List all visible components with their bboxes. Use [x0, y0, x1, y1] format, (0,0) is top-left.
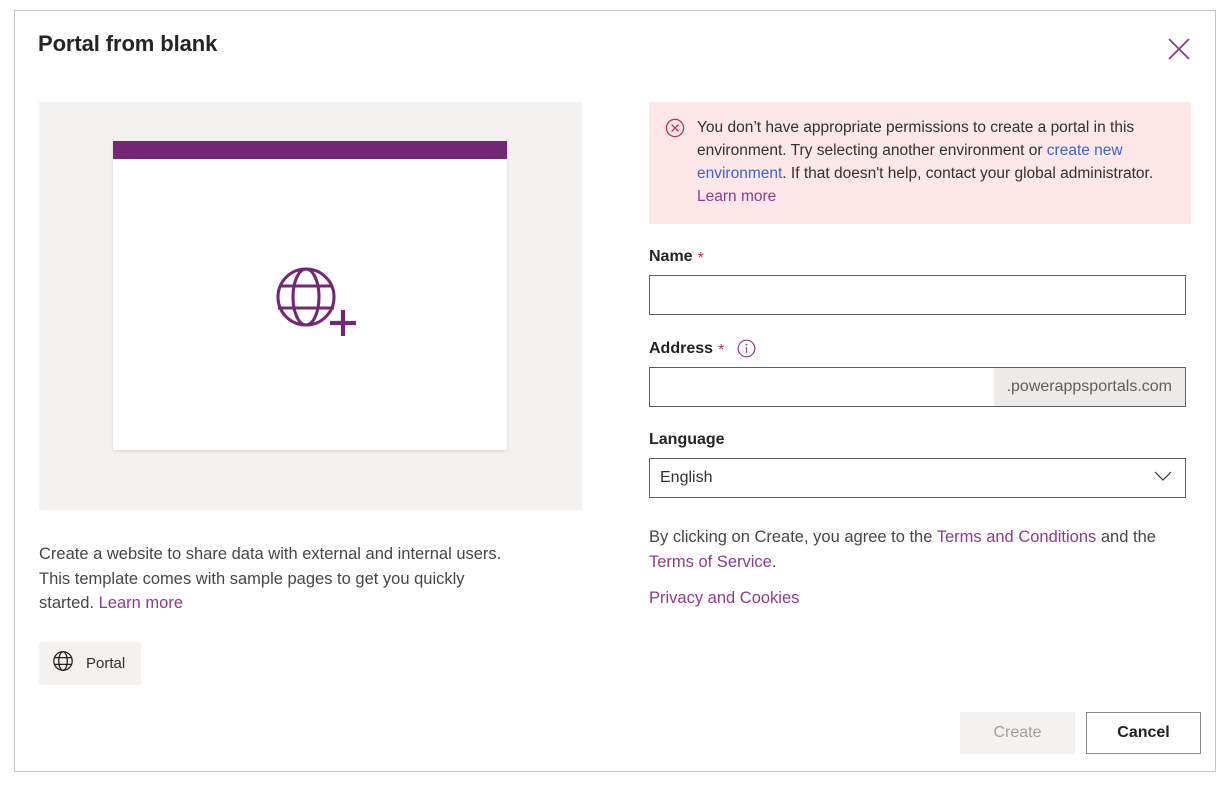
preview-card-body	[113, 159, 507, 450]
legal-text-middle: and the	[1096, 528, 1156, 546]
language-select-wrap: English	[649, 458, 1186, 498]
error-learn-more-link[interactable]: Learn more	[697, 188, 776, 205]
name-field-block: Name *	[649, 248, 1191, 315]
address-label-row: Address *	[649, 339, 1191, 358]
language-select[interactable]: English	[649, 458, 1186, 498]
template-tag-label: Portal	[86, 654, 126, 672]
template-learn-more-link[interactable]: Learn more	[99, 594, 183, 612]
cancel-button[interactable]: Cancel	[1086, 712, 1201, 754]
template-tag-portal: Portal	[39, 641, 142, 685]
error-text-part2: . If that doesn't help, contact your glo…	[782, 165, 1154, 182]
template-preview-column: Create a website to share data with exte…	[39, 102, 584, 685]
language-label-row: Language	[649, 431, 1191, 449]
close-button[interactable]	[1157, 27, 1201, 71]
address-required-marker: *	[718, 341, 725, 359]
name-input[interactable]	[649, 275, 1186, 315]
preview-top-bar	[113, 141, 507, 159]
globe-add-icon	[268, 261, 364, 348]
globe-icon	[52, 650, 74, 677]
address-suffix-label: .powerappsportals.com	[993, 368, 1185, 406]
name-required-marker: *	[697, 250, 704, 267]
permission-error-text: You don’t have appropriate permissions t…	[697, 116, 1175, 208]
address-input-group: .powerappsportals.com	[649, 367, 1186, 407]
privacy-line: Privacy and Cookies	[649, 589, 1191, 608]
name-label-row: Name *	[649, 248, 1191, 267]
form-column: You don’t have appropriate permissions t…	[649, 102, 1191, 608]
terms-of-service-link[interactable]: Terms of Service	[649, 553, 772, 571]
language-field-block: Language English	[649, 431, 1191, 498]
language-label: Language	[649, 431, 725, 448]
privacy-and-cookies-link[interactable]: Privacy and Cookies	[649, 589, 799, 607]
legal-text-prefix: By clicking on Create, you agree to the	[649, 528, 937, 546]
name-label: Name	[649, 248, 693, 265]
template-preview-card	[113, 141, 507, 450]
address-field-block: Address * .powerappsportals.com	[649, 339, 1191, 407]
page-title: Portal from blank	[38, 31, 218, 56]
create-button[interactable]: Create	[960, 712, 1075, 754]
info-icon[interactable]	[737, 339, 756, 358]
dialog-footer: Create Cancel	[960, 712, 1201, 754]
legal-text-suffix: .	[771, 553, 777, 571]
legal-agreement-text: By clicking on Create, you agree to the …	[649, 525, 1174, 575]
terms-and-conditions-link[interactable]: Terms and Conditions	[937, 528, 1097, 546]
template-preview-frame	[39, 102, 582, 510]
language-selected-value: English	[660, 469, 713, 486]
error-circle-icon	[665, 118, 685, 208]
portal-from-blank-dialog: Portal from blank Create a website to sh…	[14, 10, 1216, 772]
permission-error-banner: You don’t have appropriate permissions t…	[649, 102, 1191, 224]
address-label: Address	[649, 339, 714, 357]
close-icon	[1166, 36, 1192, 62]
template-description: Create a website to share data with exte…	[39, 542, 509, 616]
address-input[interactable]	[650, 368, 994, 406]
